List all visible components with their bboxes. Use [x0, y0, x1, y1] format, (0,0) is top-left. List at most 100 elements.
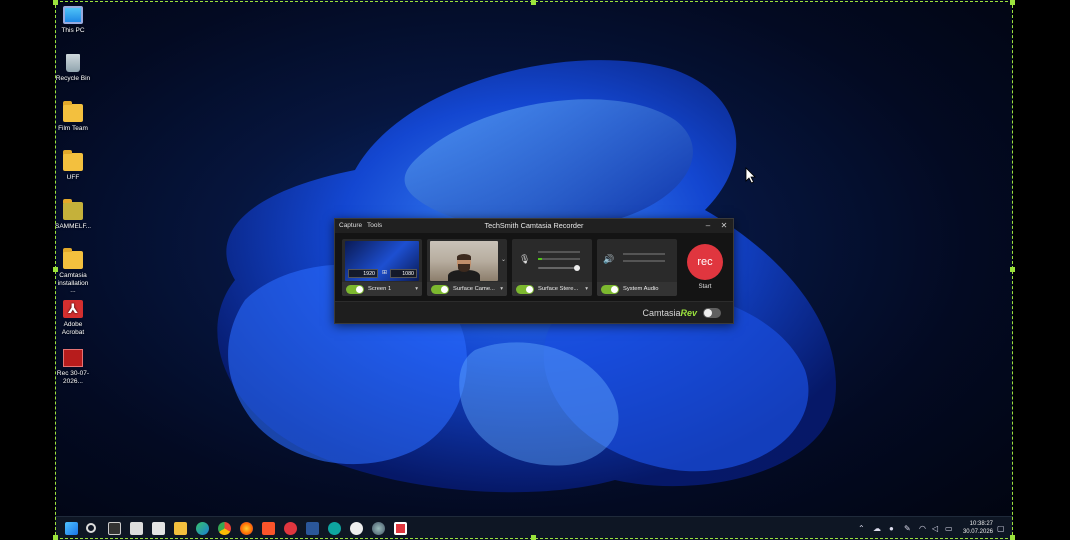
folder-icon: [63, 248, 83, 269]
capture-region-handle[interactable]: [531, 535, 536, 540]
screen-panel: 1920 ⊞ 1080 Screen 1 ▾: [342, 239, 422, 296]
clock-time: 10:38:27: [969, 521, 993, 527]
app-icon[interactable]: [328, 522, 341, 535]
brave-icon[interactable]: [262, 522, 275, 535]
mic-level: [538, 258, 542, 260]
microphone-panel: 🎙 Surface Stere... ▾: [512, 239, 592, 296]
desktop-icon-uff[interactable]: UFF: [55, 150, 91, 182]
microphone-icon: 🎙: [519, 254, 531, 264]
system-audio-panel: 🔊 System Audio: [597, 239, 677, 296]
chevron-down-icon[interactable]: ▾: [500, 282, 503, 296]
capture-region-handle[interactable]: [53, 535, 58, 540]
capture-region-handle[interactable]: [53, 0, 58, 5]
app-icon[interactable]: [350, 522, 363, 535]
width-field[interactable]: 1920: [348, 269, 378, 278]
search-icon[interactable]: [86, 523, 96, 533]
task-view-icon[interactable]: [108, 522, 121, 535]
folder-icon: [63, 150, 83, 171]
mouse-cursor-icon: [745, 167, 756, 184]
microphone-icon[interactable]: ●: [889, 522, 894, 535]
onedrive-icon[interactable]: ☁: [873, 522, 881, 535]
recorder-title: TechSmith Camtasia Recorder: [484, 221, 584, 230]
edge-icon[interactable]: [196, 522, 209, 535]
close-button[interactable]: ✕: [717, 219, 731, 233]
pen-icon[interactable]: ✎: [904, 522, 911, 535]
desktop-icon-adobe-acrobat[interactable]: ⅄ Adobe Acrobat: [55, 300, 91, 336]
settings-icon[interactable]: [372, 522, 385, 535]
mic-meter: [538, 251, 580, 253]
speaker-icon: 🔊: [603, 254, 615, 264]
app-icon[interactable]: [284, 522, 297, 535]
computer-icon: [63, 6, 83, 24]
desktop-icon-label: Film Team: [58, 125, 88, 132]
camera-preview[interactable]: [430, 241, 498, 281]
screen-panel-footer: Screen 1 ▾: [342, 282, 422, 296]
folder-icon: [63, 199, 83, 220]
rev-word: Rev: [680, 308, 697, 318]
capture-region-handle[interactable]: [1010, 267, 1015, 272]
camtasia-rev-logo: CamtasiaRev: [642, 302, 697, 324]
desktop-icon-label: Camtasia installation ...: [57, 272, 89, 294]
wifi-icon[interactable]: ◠: [919, 522, 926, 535]
battery-icon[interactable]: ▭: [945, 522, 953, 535]
clock-date: 30.07.2026: [962, 529, 993, 535]
screen-preview[interactable]: 1920 ⊞ 1080: [345, 241, 419, 281]
desktop-icon-rec-file[interactable]: Rec 30-07-2026...: [55, 349, 91, 385]
file-explorer-icon[interactable]: [174, 522, 187, 535]
height-field[interactable]: 1080: [390, 269, 417, 278]
acrobat-icon: ⅄: [63, 300, 83, 318]
volume-muted-icon[interactable]: ◁: [932, 522, 938, 535]
chrome-icon[interactable]: [218, 522, 231, 535]
chevron-down-icon[interactable]: ▾: [585, 282, 588, 296]
minimize-button[interactable]: –: [701, 219, 715, 233]
desktop-icon-sammelf[interactable]: SAMMELF...: [55, 199, 91, 231]
capture-region-handle[interactable]: [1010, 535, 1015, 540]
desktop-icon-camtasia-installation[interactable]: Camtasia installation ...: [55, 248, 91, 295]
system-audio-meter: [623, 253, 665, 255]
camera-person-beard: [458, 264, 470, 272]
camera-panel: ⌄ Surface Came... ▾: [427, 239, 507, 296]
microphone-panel-footer: Surface Stere... ▾: [512, 282, 592, 296]
word-icon[interactable]: [306, 522, 319, 535]
desktop-icon-label: UFF: [66, 174, 80, 181]
chevron-up-icon[interactable]: ⌃: [858, 522, 865, 535]
clock[interactable]: 10:38:27 30.07.2026: [963, 520, 993, 536]
firefox-icon[interactable]: [240, 522, 253, 535]
notification-icon[interactable]: ▢: [997, 522, 1005, 535]
capture-region-handle[interactable]: [53, 267, 58, 272]
record-button[interactable]: rec: [687, 244, 723, 280]
desktop-icon-label: Rec 30-07-2026...: [56, 370, 90, 385]
screen-select[interactable]: Screen 1: [368, 282, 391, 296]
lock-icon[interactable]: ⊞: [381, 269, 388, 278]
system-audio-meter: [623, 260, 665, 262]
camera-select[interactable]: Surface Came...: [453, 282, 495, 296]
mic-meter: [538, 258, 580, 260]
capture-region-handle[interactable]: [531, 0, 536, 5]
system-audio-toggle[interactable]: [601, 285, 619, 294]
recorder-footer: CamtasiaRev: [335, 301, 733, 323]
chevron-down-icon[interactable]: ⌄: [501, 256, 506, 263]
recorder-titlebar[interactable]: TechSmith Camtasia Recorder Capture Tool…: [335, 219, 733, 233]
recycle-bin-icon: [66, 54, 80, 72]
chevron-down-icon[interactable]: ▾: [415, 282, 418, 296]
camera-toggle[interactable]: [431, 285, 449, 294]
menu-capture[interactable]: Capture: [339, 219, 362, 233]
desktop-icon-recycle-bin[interactable]: Recycle Bin: [55, 54, 91, 83]
desktop-icon-label: This PC: [61, 27, 85, 34]
system-audio-panel-footer: System Audio: [597, 282, 677, 296]
camtasia-recorder-window: TechSmith Camtasia Recorder Capture Tool…: [334, 218, 734, 324]
screen-toggle[interactable]: [346, 285, 364, 294]
camtasia-recorder-icon[interactable]: [394, 522, 407, 535]
desktop-icon-film-team[interactable]: Film Team: [55, 101, 91, 133]
camera-panel-footer: Surface Came... ▾: [427, 282, 507, 296]
store-icon[interactable]: [130, 522, 143, 535]
app-icon[interactable]: [152, 522, 165, 535]
microphone-toggle[interactable]: [516, 285, 534, 294]
menu-tools[interactable]: Tools: [367, 219, 382, 233]
camtasia-rev-toggle[interactable]: [703, 308, 721, 318]
mic-volume-thumb[interactable]: [574, 265, 580, 271]
windows-start-icon[interactable]: [65, 522, 78, 535]
capture-region-handle[interactable]: [1010, 0, 1015, 5]
microphone-select[interactable]: Surface Stere...: [538, 282, 578, 296]
desktop-icon-this-pc[interactable]: This PC: [55, 6, 91, 35]
